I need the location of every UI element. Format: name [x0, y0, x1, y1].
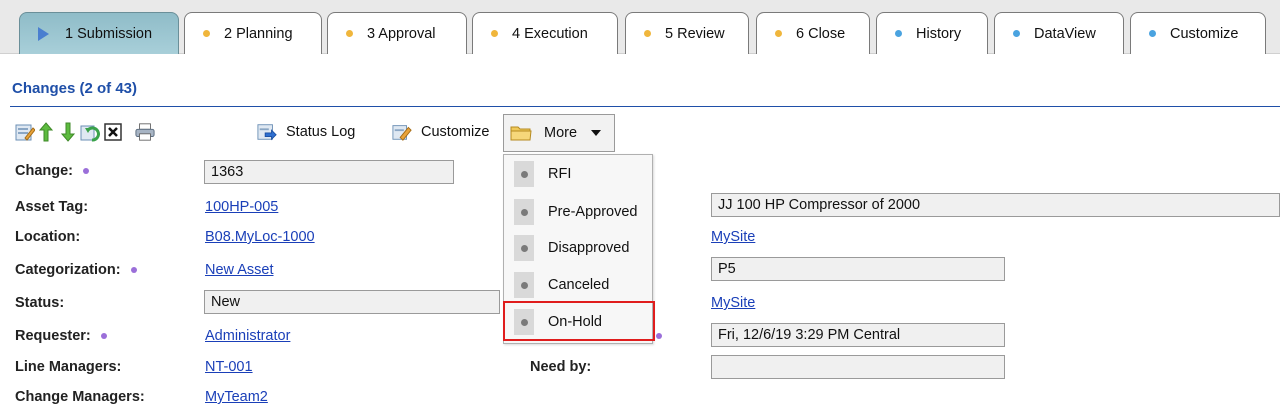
tab-label: 5 Review [665, 25, 725, 42]
asset-tag-link[interactable]: 100HP-005 [205, 199, 278, 215]
bullet-icon [514, 272, 534, 298]
status-dot-icon [1149, 30, 1156, 37]
status-log-button[interactable]: Status Log [286, 124, 355, 140]
on-hold-highlight-box [503, 301, 655, 341]
location-site-link[interactable]: MySite [711, 229, 755, 245]
tab-label: 4 Execution [512, 25, 588, 42]
print-icon[interactable] [135, 122, 155, 142]
toolbar: Status Log Customize More [0, 114, 1280, 152]
bullet-icon [514, 199, 534, 225]
close-icon[interactable] [103, 122, 123, 142]
status-dot-icon [775, 30, 782, 37]
asset-tag-label: Asset Tag: [15, 199, 89, 215]
requester-label: Requester: [15, 328, 107, 344]
arrow-up-icon[interactable] [36, 122, 56, 142]
tab-approval[interactable]: 3 Approval [327, 12, 467, 54]
customize-button[interactable]: Customize [421, 124, 490, 140]
menu-item-canceled[interactable]: Canceled [504, 266, 654, 304]
categorization-label: Categorization: [15, 262, 137, 278]
tab-label: 6 Close [796, 25, 846, 42]
tab-history[interactable]: History [876, 12, 988, 54]
tab-review[interactable]: 5 Review [625, 12, 749, 54]
status-dot-icon [895, 30, 902, 37]
status-dot-icon [346, 30, 353, 37]
status-site-link[interactable]: MySite [711, 295, 755, 311]
chevron-down-icon [591, 130, 602, 136]
status-dot-icon [1013, 30, 1020, 37]
section-divider [10, 106, 1280, 107]
tab-label: 3 Approval [367, 25, 436, 42]
more-button[interactable]: More [503, 114, 615, 152]
tab-label: 1 Submission [65, 25, 153, 42]
menu-item-pre-approved[interactable]: Pre-Approved [504, 193, 654, 231]
requester-link[interactable]: Administrator [205, 328, 290, 344]
tab-submission[interactable]: 1 Submission [19, 12, 179, 54]
required-dot-icon [100, 333, 107, 340]
location-link[interactable]: B08.MyLoc-1000 [205, 229, 315, 245]
tab-dataview[interactable]: DataView [994, 12, 1124, 54]
play-icon [38, 26, 49, 41]
tab-close[interactable]: 6 Close [756, 12, 870, 54]
status-label: Status: [15, 295, 65, 311]
tab-execution[interactable]: 4 Execution [472, 12, 618, 54]
asset-description-field: JJ 100 HP Compressor of 2000 [711, 193, 1280, 217]
more-label: More [544, 125, 578, 141]
change-managers-label: Change Managers: [15, 389, 145, 405]
status-dot-icon [203, 30, 210, 37]
tab-customize[interactable]: Customize [1130, 12, 1266, 54]
status-field: New [204, 290, 500, 314]
need-by-field[interactable] [711, 355, 1005, 379]
refresh-icon[interactable] [80, 122, 100, 142]
status-dot-icon [491, 30, 498, 37]
status-dot-icon [644, 30, 651, 37]
menu-item-rfi[interactable]: RFI [504, 155, 654, 193]
tab-label: 2 Planning [224, 25, 293, 42]
section-title: Changes (2 of 43) [12, 80, 138, 97]
tab-label: Customize [1170, 25, 1239, 42]
tab-label: History [916, 25, 962, 42]
edit-icon[interactable] [15, 122, 35, 142]
requested-date-field: Fri, 12/6/19 3:29 PM Central [711, 323, 1005, 347]
change-label: Change: [15, 163, 89, 179]
change-managers-link[interactable]: MyTeam2 [205, 389, 268, 405]
priority-field: P5 [711, 257, 1005, 281]
location-label: Location: [15, 229, 81, 245]
categorization-link[interactable]: New Asset [205, 262, 274, 278]
customize-icon[interactable] [392, 122, 412, 142]
arrow-down-icon[interactable] [58, 122, 78, 142]
line-managers-label: Line Managers: [15, 359, 122, 375]
status-log-icon[interactable] [257, 122, 277, 142]
line-managers-link[interactable]: NT-001 [205, 359, 253, 375]
required-dot-icon [656, 333, 662, 339]
change-field: 1363 [204, 160, 454, 184]
tab-planning[interactable]: 2 Planning [184, 12, 322, 54]
tab-label: DataView [1034, 25, 1096, 42]
required-dot-icon [130, 267, 137, 274]
bullet-icon [514, 161, 534, 187]
tab-bar: 1 Submission 2 Planning 3 Approval 4 Exe… [0, 0, 1280, 54]
need-by-label: Need by: [530, 359, 592, 375]
bullet-icon [514, 235, 534, 261]
menu-item-disapproved[interactable]: Disapproved [504, 229, 654, 267]
folder-icon [510, 124, 536, 142]
required-dot-icon [83, 168, 89, 175]
